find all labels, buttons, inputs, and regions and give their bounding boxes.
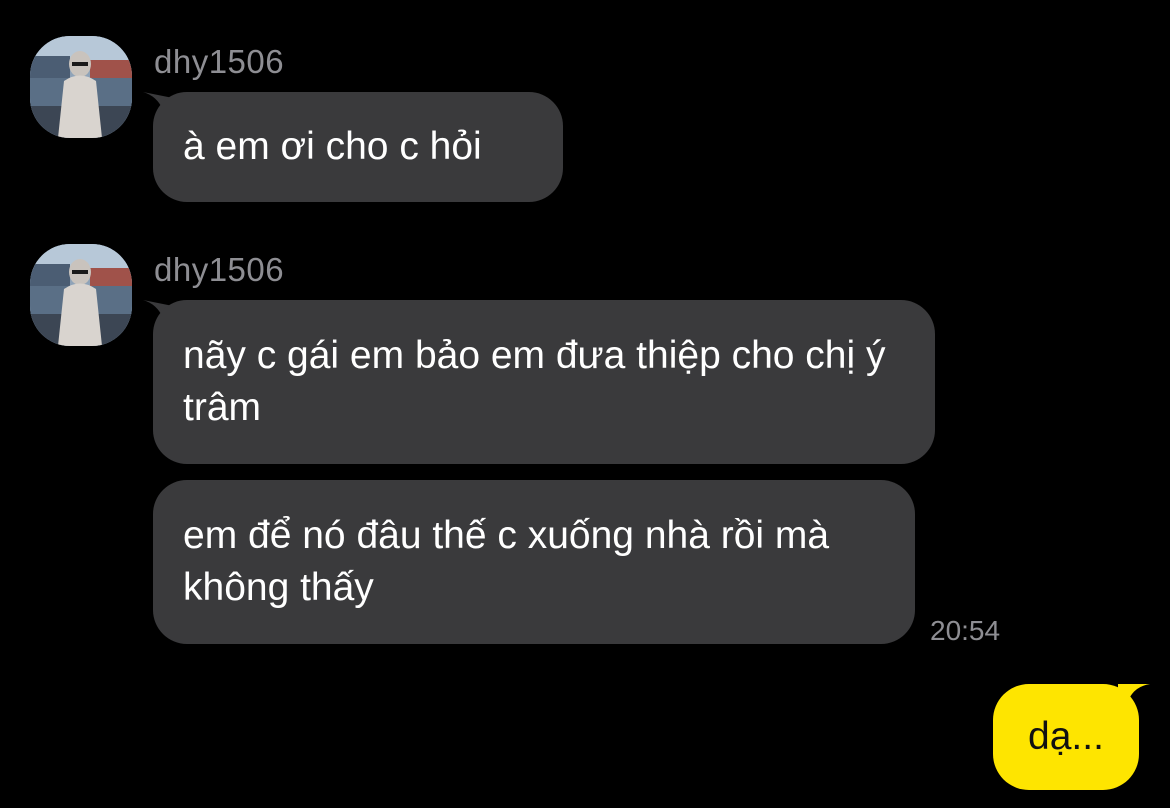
message-bubble[interactable]: nãy c gái em bảo em đưa thiệp cho chị ý …	[153, 300, 935, 464]
message-text: nãy c gái em bảo em đưa thiệp cho chị ý …	[183, 334, 886, 429]
message-text: à em ơi cho c hỏi	[183, 125, 482, 168]
sender-name[interactable]: dhy1506	[154, 250, 284, 290]
message-timestamp: 20:54	[930, 615, 1001, 646]
outgoing-message-text: dạ...	[1028, 715, 1104, 758]
message-text: em để nó đâu thế c xuống nhà rồi mà khôn…	[183, 514, 830, 609]
profile-photo-icon	[30, 244, 132, 346]
message-bubble[interactable]: em để nó đâu thế c xuống nhà rồi mà khôn…	[153, 480, 915, 644]
sender-avatar[interactable]	[30, 244, 132, 346]
profile-photo-icon	[30, 36, 132, 138]
outgoing-message-bubble[interactable]: dạ...	[993, 684, 1139, 790]
sender-avatar[interactable]	[30, 36, 132, 138]
sender-name[interactable]: dhy1506	[154, 42, 284, 82]
message-bubble[interactable]: à em ơi cho c hỏi	[153, 92, 563, 202]
